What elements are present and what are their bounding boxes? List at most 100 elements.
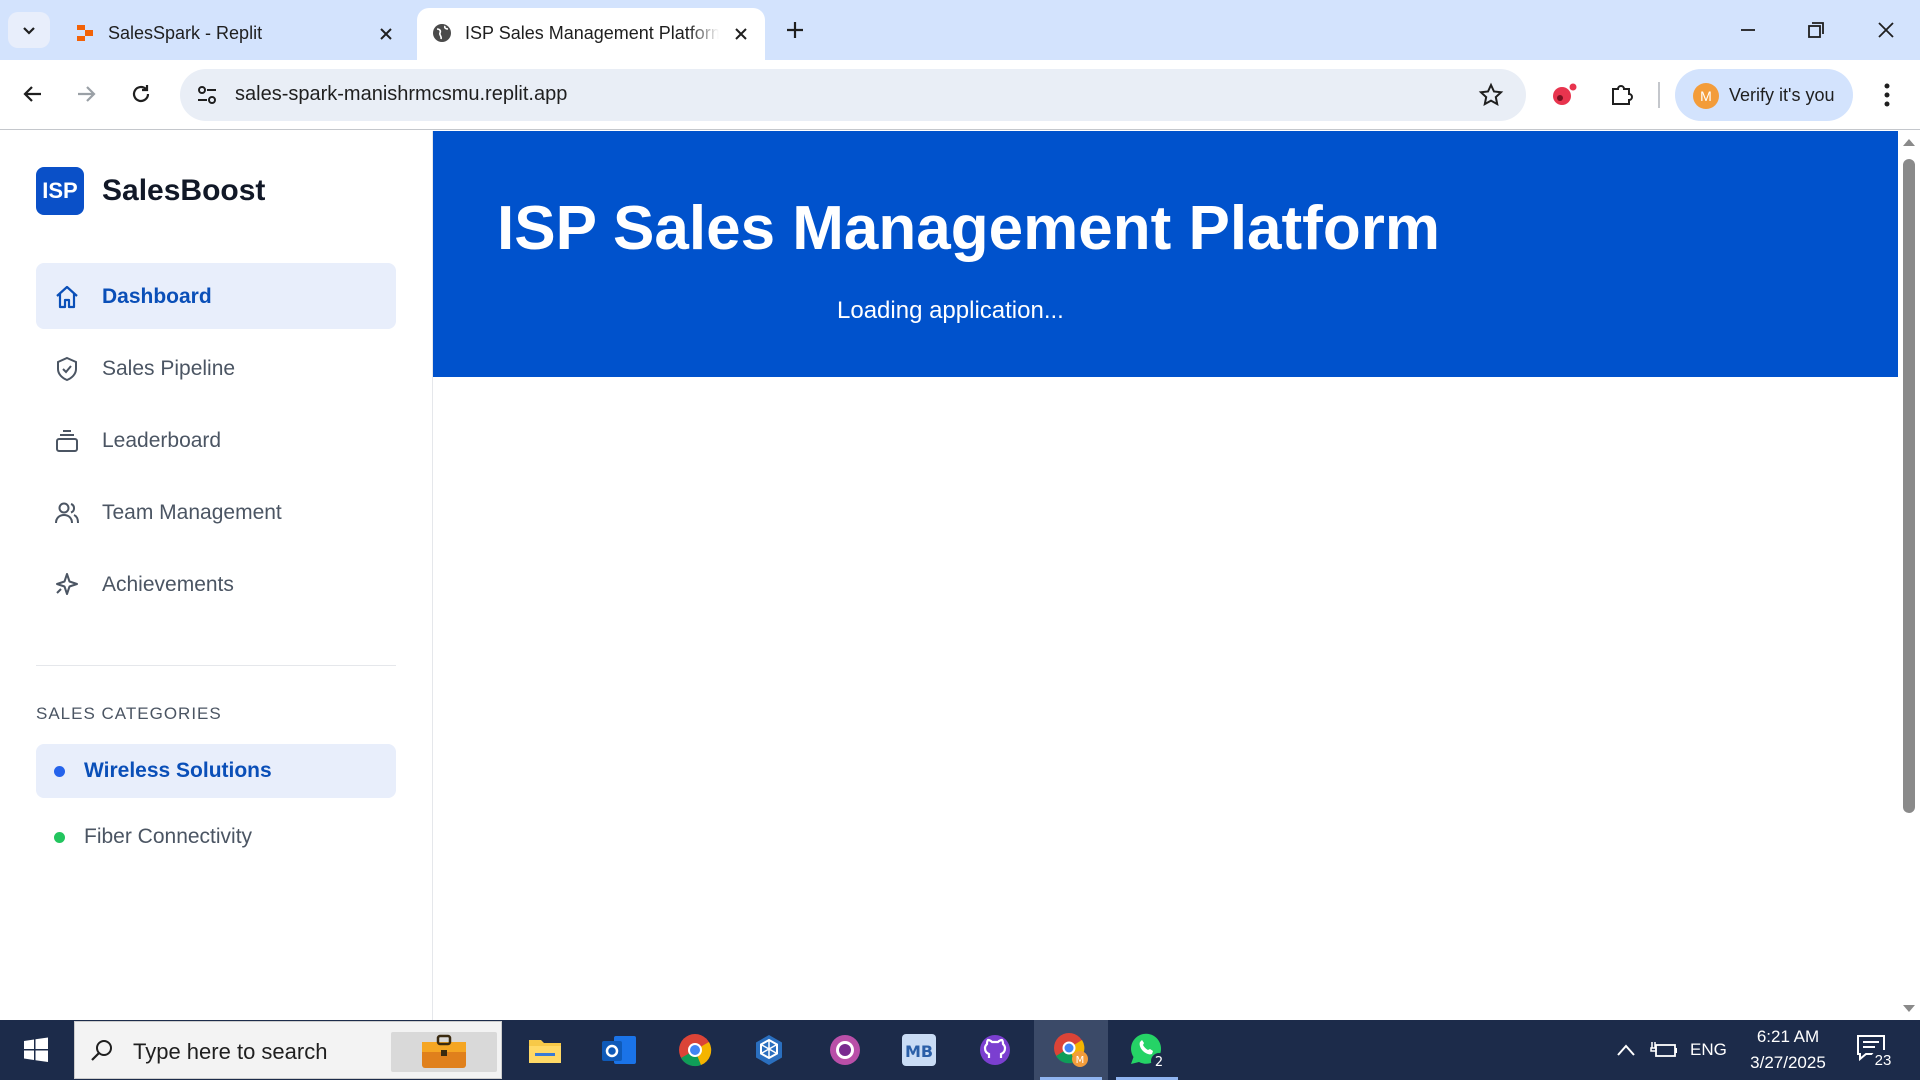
- file-explorer-icon: [529, 1040, 561, 1063]
- category-wireless-solutions[interactable]: Wireless Solutions: [36, 744, 396, 798]
- new-tab-icon[interactable]: [782, 17, 808, 43]
- taskbar-whatsapp[interactable]: 2: [1110, 1020, 1184, 1080]
- close-tab-icon[interactable]: [731, 24, 751, 44]
- sidebar: ISP SalesBoost Dashboard Sales Pipeline …: [0, 131, 433, 1020]
- browser-tab-strip: SalesSpark - Replit ISP Sales Management…: [0, 0, 1920, 60]
- site-info-icon[interactable]: [194, 82, 220, 108]
- arrow-right-icon: [78, 86, 96, 102]
- windows-taskbar: Type here to search MB M 2 ENG 6:21 AM 3…: [0, 1020, 1920, 1080]
- tab-search-button[interactable]: [8, 12, 50, 48]
- avatar: M: [1693, 83, 1719, 109]
- circle-app-icon: [830, 1035, 860, 1065]
- taskbar-chrome-profile[interactable]: M: [1034, 1020, 1108, 1080]
- hero-banner: ISP Sales Management Platform Loading ap…: [433, 131, 1898, 377]
- sparkles-icon: [56, 573, 78, 595]
- page-title: ISP Sales Management Platform: [497, 194, 1440, 263]
- category-label: Wireless Solutions: [84, 759, 272, 782]
- sidebar-item-label: Achievements: [102, 573, 234, 596]
- briefcase-icon: [422, 1034, 466, 1068]
- svg-text:M: M: [1076, 1055, 1085, 1066]
- brand[interactable]: ISP SalesBoost: [36, 167, 265, 215]
- tab-title: ISP Sales Management Platform: [465, 23, 719, 43]
- url-text: sales-spark-manishrmcsmu.replit.app: [235, 83, 568, 105]
- verify-label: Verify it's you: [1729, 85, 1835, 105]
- close-tab-icon[interactable]: [376, 24, 396, 44]
- bookmark-star-icon[interactable]: [1478, 82, 1504, 108]
- markdown-icon: MB: [902, 1034, 936, 1066]
- sidebar-divider: [36, 665, 396, 666]
- scroll-up-icon[interactable]: [1902, 137, 1916, 147]
- taskbar-clock[interactable]: 6:21 AM 3/27/2025: [1738, 1024, 1838, 1076]
- puzzle-icon: [1612, 85, 1633, 105]
- close-window-button[interactable]: [1870, 14, 1902, 46]
- loading-status: Loading application...: [837, 297, 1064, 324]
- search-highlight-button[interactable]: [391, 1032, 497, 1072]
- browser-menu-button[interactable]: [1872, 80, 1902, 110]
- taskbar-circle-app[interactable]: [808, 1020, 882, 1080]
- profile-verify-button[interactable]: M Verify it's you: [1675, 69, 1853, 121]
- replit-favicon-icon: [77, 25, 93, 41]
- close-icon: [1878, 22, 1894, 38]
- taskbar-search-box[interactable]: Type here to search: [74, 1021, 502, 1079]
- taskbar-app[interactable]: [732, 1020, 806, 1080]
- chrome-profile-icon: M: [1054, 1033, 1088, 1067]
- home-icon: [56, 285, 78, 309]
- scrollbar-thumb[interactable]: [1903, 159, 1915, 813]
- page-scrollbar[interactable]: [1898, 131, 1920, 1020]
- clock-time: 6:21 AM: [1756, 1027, 1820, 1046]
- restore-icon: [1808, 22, 1824, 38]
- tab-salesspark-replit[interactable]: SalesSpark - Replit: [60, 8, 410, 60]
- search-icon: [91, 1040, 112, 1061]
- battery-status[interactable]: [1650, 1020, 1678, 1080]
- taskbar-chrome[interactable]: [658, 1020, 732, 1080]
- reload-button[interactable]: [123, 76, 159, 112]
- globe-favicon-icon: [433, 24, 451, 42]
- browser-toolbar: sales-spark-manishrmcsmu.replit.app M Ve…: [0, 60, 1920, 130]
- clock-date: 3/27/2025: [1750, 1053, 1826, 1072]
- sidebar-item-leaderboard[interactable]: Leaderboard: [36, 407, 396, 473]
- category-label: Fiber Connectivity: [84, 825, 253, 848]
- svg-text:MB: MB: [905, 1042, 933, 1061]
- sidebar-item-achievements[interactable]: Achievements: [36, 551, 396, 617]
- more-vertical-icon: [1884, 83, 1890, 107]
- outlook-icon: [602, 1036, 636, 1064]
- show-hidden-icons-button[interactable]: [1616, 1020, 1636, 1080]
- github-icon: [980, 1035, 1010, 1065]
- input-language[interactable]: ENG: [1690, 1020, 1727, 1080]
- tab-title: SalesSpark - Replit: [108, 23, 263, 43]
- extension-red-icon: [1553, 83, 1577, 105]
- reload-icon: [132, 85, 150, 103]
- sidebar-item-label: Leaderboard: [102, 429, 222, 452]
- sidebar-item-dashboard[interactable]: Dashboard: [36, 263, 396, 329]
- sidebar-item-sales-pipeline[interactable]: Sales Pipeline: [36, 335, 396, 401]
- back-button[interactable]: [15, 76, 51, 112]
- restore-button[interactable]: [1800, 14, 1832, 46]
- taskbar-github[interactable]: [958, 1020, 1032, 1080]
- sales-categories-heading: SALES CATEGORIES: [36, 704, 222, 723]
- chevron-down-icon: [23, 27, 35, 35]
- address-bar[interactable]: sales-spark-manishrmcsmu.replit.app: [180, 69, 1526, 121]
- category-fiber-connectivity[interactable]: Fiber Connectivity: [36, 810, 396, 864]
- minimize-icon: [1741, 29, 1755, 31]
- taskbar-outlook[interactable]: [582, 1020, 656, 1080]
- tab-isp-sales-platform[interactable]: ISP Sales Management Platform: [417, 8, 765, 60]
- forward-button[interactable]: [68, 76, 104, 112]
- extension-button[interactable]: [1547, 77, 1581, 111]
- arrow-left-icon: [23, 86, 41, 102]
- brand-name: SalesBoost: [102, 174, 266, 207]
- sidebar-item-label: Dashboard: [102, 285, 212, 308]
- main-content: ISP Sales Management Platform Loading ap…: [433, 131, 1898, 1020]
- taskbar-markdown-app[interactable]: MB: [882, 1020, 956, 1080]
- scroll-down-icon[interactable]: [1902, 1004, 1916, 1014]
- notification-count-badge: 23: [1870, 1050, 1896, 1072]
- shield-check-icon: [57, 356, 77, 382]
- users-icon: [55, 502, 79, 524]
- minimize-button[interactable]: [1732, 14, 1764, 46]
- taskbar-file-explorer[interactable]: [508, 1020, 582, 1080]
- start-button[interactable]: [0, 1020, 72, 1080]
- chevron-up-icon: [1617, 1044, 1635, 1056]
- category-color-dot: [54, 766, 65, 777]
- extensions-menu-button[interactable]: [1605, 77, 1639, 111]
- sidebar-item-team-management[interactable]: Team Management: [36, 479, 396, 545]
- app-icon: [756, 1035, 782, 1065]
